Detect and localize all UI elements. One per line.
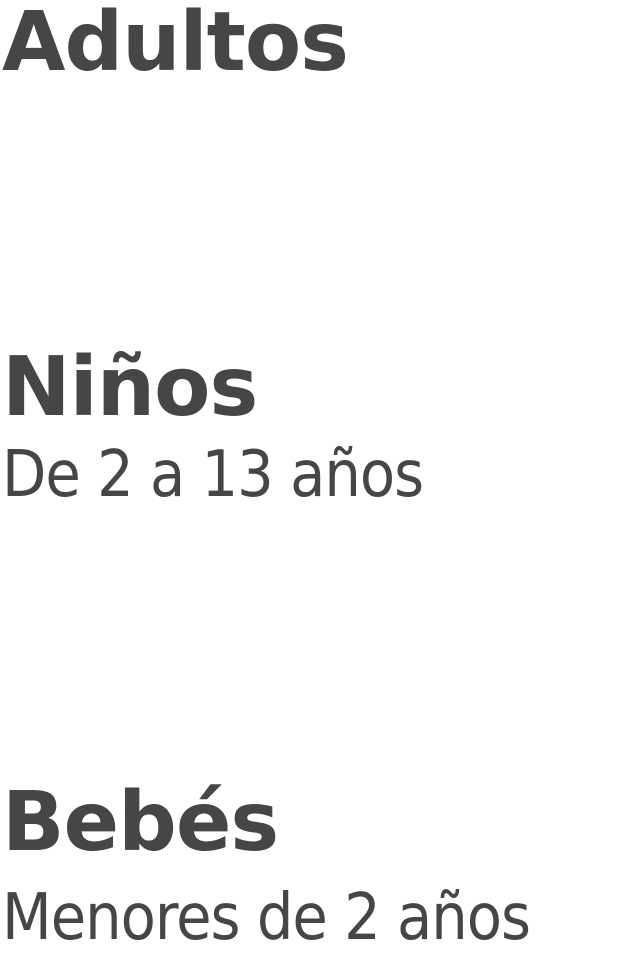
passenger-type-children: Niños De 2 a 13 años (2, 340, 424, 512)
passenger-type-infants: Bebés Menores de 2 años (2, 775, 531, 955)
adults-label: Adultos (2, 0, 349, 90)
children-label: Niños (2, 340, 258, 435)
passenger-type-adults: Adultos (2, 0, 349, 90)
children-age-description: De 2 a 13 años (2, 438, 424, 512)
infants-label: Bebés (2, 775, 279, 870)
infants-age-description: Menores de 2 años (2, 881, 531, 955)
